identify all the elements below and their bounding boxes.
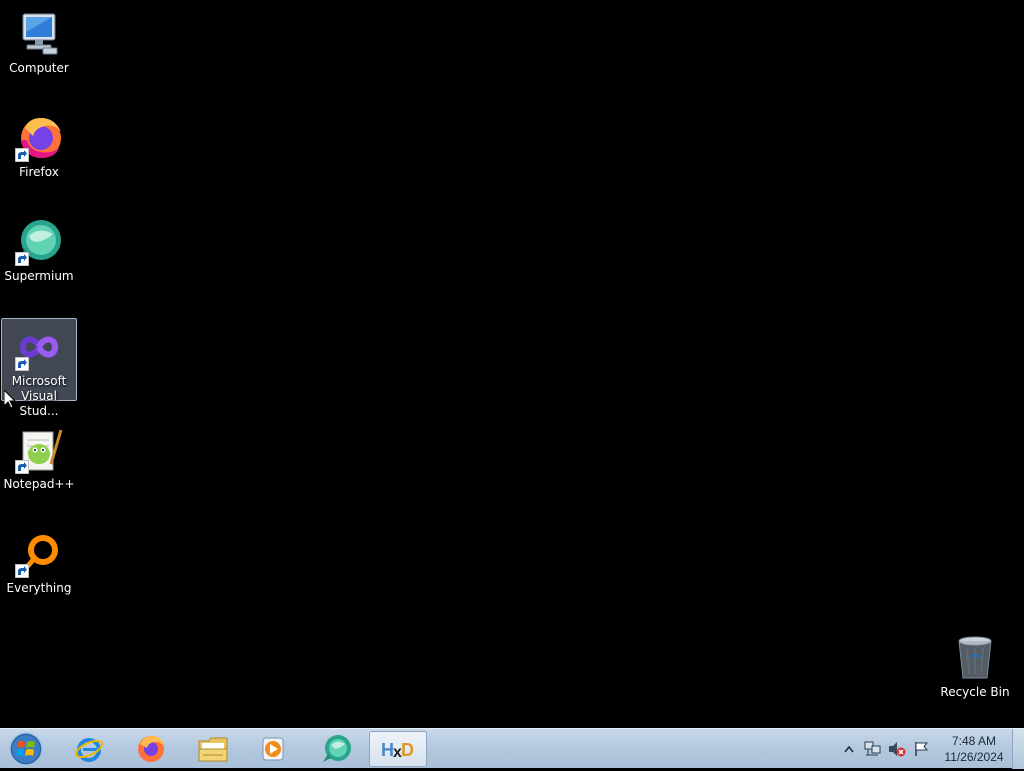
taskbar-hxd-button[interactable]: H x D xyxy=(369,731,427,767)
desktop-icon-everything[interactable]: Everything xyxy=(1,526,77,596)
desktop-icon-label: Firefox xyxy=(19,165,59,179)
computer-icon xyxy=(15,10,63,58)
supermium-icon xyxy=(323,735,351,762)
everything-icon xyxy=(15,530,63,578)
firefox-icon xyxy=(15,114,63,162)
desktop-icon-firefox[interactable]: Firefox xyxy=(1,110,77,180)
desktop-icon-supermium[interactable]: Supermium xyxy=(1,214,77,284)
clock[interactable]: 7:48 AM 11/26/2024 xyxy=(942,733,1006,765)
shortcut-arrow-icon xyxy=(15,357,29,371)
clock-time: 7:48 AM xyxy=(951,734,997,748)
clock-date: 11/26/2024 xyxy=(944,750,1004,764)
system-tray: 7:48 AM 11/26/2024 xyxy=(834,729,1006,769)
desktop-icon-notepad-plus-plus[interactable]: Notepad++ xyxy=(1,422,77,492)
hxd-icon: H x D xyxy=(381,740,414,761)
media-player-icon xyxy=(262,737,284,761)
supermium-icon xyxy=(15,218,63,266)
desktop[interactable]: Computer Firefox Supermium Microsoft Vis… xyxy=(0,0,1024,728)
desktop-icon-label: Computer xyxy=(9,61,69,75)
recycle-bin-icon xyxy=(951,634,999,682)
mouse-cursor-icon xyxy=(4,390,16,409)
taskbar: H x D 7:48 AM 11/26/2024 xyxy=(0,728,1024,769)
shortcut-arrow-icon xyxy=(15,460,29,474)
start-button[interactable] xyxy=(6,731,46,767)
desktop-icon-label: Supermium xyxy=(4,269,74,283)
folder-icon xyxy=(198,737,228,762)
taskbar-media-player-button[interactable] xyxy=(244,731,302,767)
internet-explorer-icon xyxy=(75,738,103,762)
taskbar-internet-explorer-button[interactable] xyxy=(60,731,118,767)
desktop-icon-label: Recycle Bin xyxy=(940,685,1010,699)
shortcut-arrow-icon xyxy=(15,148,29,162)
notepad-plus-plus-icon xyxy=(15,426,63,474)
desktop-icon-label: Notepad++ xyxy=(3,477,75,491)
svg-text:D: D xyxy=(401,740,414,760)
shortcut-arrow-icon xyxy=(15,564,29,578)
show-desktop-button[interactable] xyxy=(1012,729,1024,769)
desktop-icon-computer[interactable]: Computer xyxy=(1,6,77,76)
taskbar-windows-explorer-button[interactable] xyxy=(184,731,242,767)
taskbar-supermium-button[interactable] xyxy=(308,731,366,767)
action-center-flag-icon[interactable] xyxy=(912,740,930,758)
visual-studio-icon xyxy=(15,323,63,371)
desktop-icon-visual-studio[interactable]: Microsoft Visual Stud... xyxy=(1,318,77,418)
windows-logo-icon xyxy=(9,732,43,766)
desktop-icon-label: Everything xyxy=(6,581,72,595)
volume-muted-icon[interactable] xyxy=(888,740,906,758)
show-hidden-icons-chevron-icon[interactable] xyxy=(840,740,858,758)
firefox-icon xyxy=(138,736,164,762)
network-icon[interactable] xyxy=(864,740,882,758)
taskbar-firefox-button[interactable] xyxy=(122,731,180,767)
desktop-icon-recycle-bin[interactable]: Recycle Bin xyxy=(937,630,1013,700)
shortcut-arrow-icon xyxy=(15,252,29,266)
